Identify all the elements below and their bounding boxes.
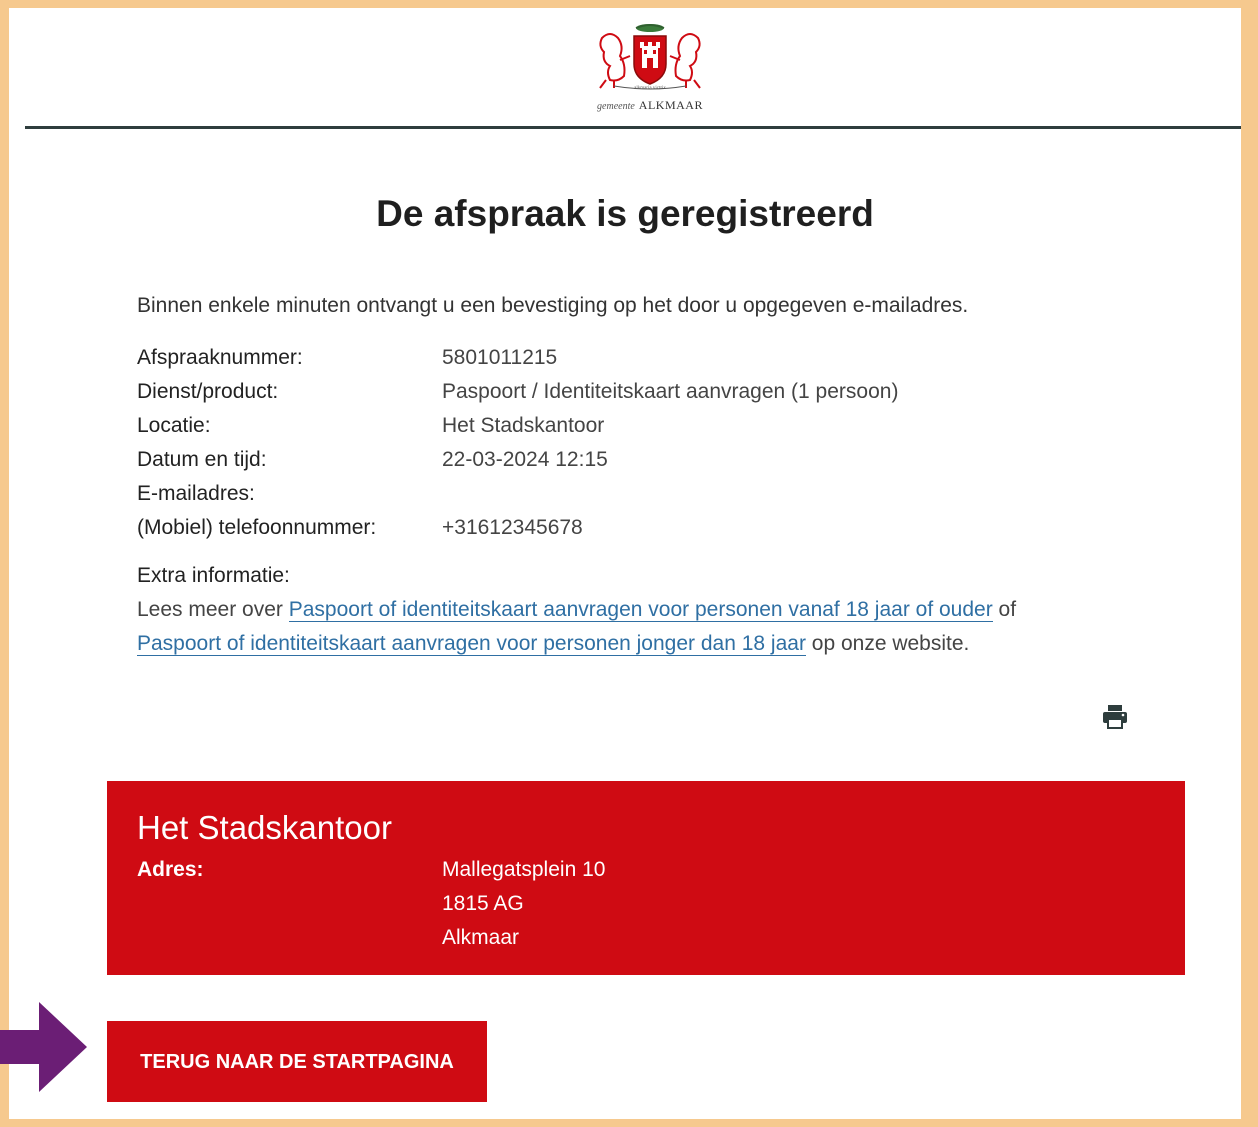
detail-value: Paspoort / Identiteitskaart aanvragen (1… — [442, 380, 899, 403]
detail-row-location: Locatie: Het Stadskantoor — [137, 409, 1137, 443]
back-to-start-button[interactable]: TERUG NAAR DE STARTPAGINA — [107, 1021, 487, 1102]
extra-text-middle: of — [992, 598, 1017, 621]
link-passport-18-plus[interactable]: Paspoort of identiteitskaart aanvragen v… — [288, 598, 993, 622]
detail-label: E-mailadres: — [137, 482, 255, 505]
extra-information-title: Extra informatie: — [137, 564, 290, 587]
detail-label: Dienst/product: — [137, 380, 279, 403]
detail-label: (Mobiel) telefoonnummer: — [137, 516, 377, 539]
detail-label: Afspraaknummer: — [137, 346, 303, 369]
address-postcode: 1815 AG — [442, 892, 524, 915]
print-button[interactable] — [1101, 704, 1131, 730]
logo-alkmaar: ALKMAAR — [638, 98, 703, 112]
header: alkmaria victrix gemeente ALKMAAR — [25, 8, 1241, 129]
page-title: De afspraak is geregistreerd — [376, 193, 874, 234]
detail-label: Datum en tijd: — [137, 448, 267, 471]
page: alkmaria victrix gemeente ALKMAAR De afsp… — [9, 8, 1241, 1119]
extra-information-text: Lees meer over Paspoort of identiteitska… — [137, 593, 1097, 661]
extra-text-before: Lees meer over — [137, 598, 289, 621]
confirmation-intro: Binnen enkele minuten ontvangt u een bev… — [137, 294, 969, 317]
coat-of-arms-icon — [599, 24, 701, 90]
detail-row-email: E-mailadres: — [137, 477, 1137, 511]
location-card: Het Stadskantoor Adres: Mallegatsplein 1… — [107, 781, 1185, 975]
appointment-details: Afspraaknummer: 5801011215 Dienst/produc… — [137, 341, 1137, 545]
logo-gemeente: gemeente — [597, 101, 635, 112]
address-lines: Mallegatsplein 10 1815 AG Alkmaar — [442, 853, 605, 955]
printer-icon — [1103, 705, 1127, 729]
detail-value: Het Stadskantoor — [442, 414, 605, 437]
location-name: Het Stadskantoor — [137, 809, 392, 846]
detail-row-datetime: Datum en tijd: 22-03-2024 12:15 — [137, 443, 1137, 477]
extra-information: Extra informatie: Lees meer over Paspoor… — [137, 559, 1097, 661]
arrow-right-icon — [0, 1002, 87, 1092]
extra-text-after: op onze website. — [805, 632, 970, 655]
address-street: Mallegatsplein 10 — [442, 858, 606, 881]
link-passport-under-18[interactable]: Paspoort of identiteitskaart aanvragen v… — [137, 632, 806, 656]
address-city: Alkmaar — [442, 926, 520, 949]
logo-motto: alkmaria victrix — [634, 86, 666, 91]
address-label: Adres: — [137, 858, 204, 881]
detail-value: 22-03-2024 12:15 — [442, 448, 608, 471]
logo-wordmark: gemeente ALKMAAR — [580, 98, 720, 113]
gemeente-alkmaar-logo[interactable]: alkmaria victrix gemeente ALKMAAR — [580, 20, 720, 113]
detail-label: Locatie: — [137, 414, 211, 437]
detail-row-appointment-number: Afspraaknummer: 5801011215 — [137, 341, 1137, 375]
detail-value: +31612345678 — [442, 516, 583, 539]
detail-value: 5801011215 — [442, 346, 558, 369]
detail-row-service: Dienst/product: Paspoort / Identiteitska… — [137, 375, 1137, 409]
detail-row-phone: (Mobiel) telefoonnummer: +31612345678 — [137, 511, 1137, 545]
